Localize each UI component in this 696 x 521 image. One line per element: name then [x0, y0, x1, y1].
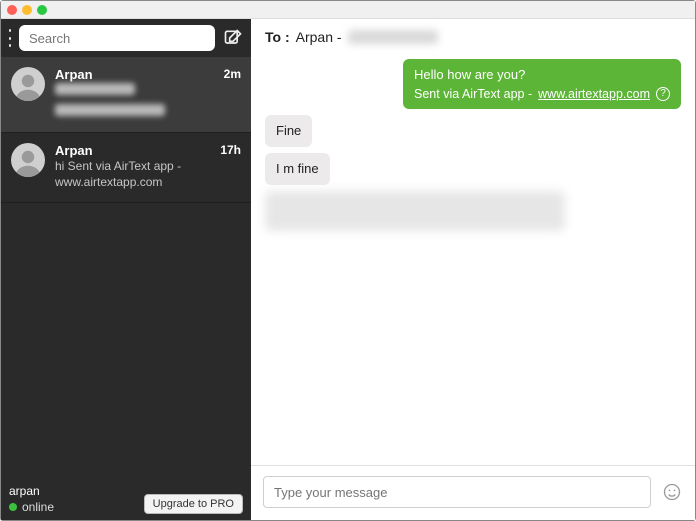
- current-user-name: arpan: [9, 484, 54, 498]
- message-outgoing: Hello how are you? Sent via AirText app …: [403, 59, 681, 109]
- conversation-preview: [55, 83, 241, 120]
- window-titlebar: [1, 1, 695, 19]
- window-close-button[interactable]: [7, 5, 17, 15]
- conversation-main: Arpan: [55, 67, 241, 120]
- current-user: arpan online: [9, 484, 54, 514]
- hamburger-menu-icon[interactable]: [9, 29, 11, 47]
- person-icon: [13, 71, 43, 101]
- to-label: To :: [265, 29, 290, 45]
- upgrade-button[interactable]: Upgrade to PRO: [144, 494, 243, 514]
- app-body: Arpan 2m Arpan hi Sent via: [1, 19, 695, 520]
- compose-button[interactable]: [223, 27, 243, 49]
- status-label: online: [22, 500, 54, 514]
- message-sent-via: Sent via AirText app - www.airtextapp.co…: [414, 86, 670, 103]
- status-dot-icon: [9, 503, 17, 511]
- message-text: Hello how are you?: [414, 66, 670, 84]
- message-input[interactable]: [263, 476, 651, 508]
- chat-pane: To : Arpan - Hello how are you? Sent via…: [251, 19, 695, 520]
- conversation-time: 2m: [224, 67, 241, 81]
- app-window: Arpan 2m Arpan hi Sent via: [0, 0, 696, 521]
- conversation-item[interactable]: Arpan hi Sent via AirText app - www.airt…: [1, 133, 251, 203]
- window-zoom-button[interactable]: [37, 5, 47, 15]
- message-list: Hello how are you? Sent via AirText app …: [251, 51, 695, 465]
- sidebar: Arpan 2m Arpan hi Sent via: [1, 19, 251, 520]
- sidebar-footer: arpan online Upgrade to PRO: [1, 480, 251, 520]
- emoji-icon: [662, 482, 682, 502]
- message-incoming-redacted: [265, 191, 565, 231]
- chat-header: To : Arpan -: [251, 19, 695, 51]
- recipient-name: Arpan -: [296, 29, 342, 45]
- message-incoming: I m fine: [265, 153, 330, 185]
- conversation-name: Arpan: [55, 67, 241, 82]
- airtext-link[interactable]: www.airtextapp.com: [538, 86, 650, 103]
- avatar: [11, 67, 45, 101]
- conversation-main: Arpan hi Sent via AirText app - www.airt…: [55, 143, 241, 190]
- conversation-preview: hi Sent via AirText app - www.airtextapp…: [55, 159, 241, 190]
- status: online: [9, 500, 54, 514]
- avatar: [11, 143, 45, 177]
- conversation-time: 17h: [220, 143, 241, 157]
- search-input[interactable]: [19, 25, 215, 51]
- window-minimize-button[interactable]: [22, 5, 32, 15]
- person-icon: [13, 147, 43, 177]
- message-text: Fine: [276, 123, 301, 138]
- message-text: I m fine: [276, 161, 319, 176]
- conversation-list: Arpan 2m Arpan hi Sent via: [1, 57, 251, 480]
- sidebar-top: [1, 19, 251, 57]
- composer: [251, 465, 695, 520]
- recipient-number-redacted: [348, 30, 438, 44]
- message-incoming: Fine: [265, 115, 312, 147]
- help-icon[interactable]: ?: [656, 87, 670, 101]
- compose-icon: [223, 28, 243, 48]
- conversation-item[interactable]: Arpan 2m: [1, 57, 251, 133]
- conversation-name: Arpan: [55, 143, 241, 158]
- emoji-button[interactable]: [661, 481, 683, 503]
